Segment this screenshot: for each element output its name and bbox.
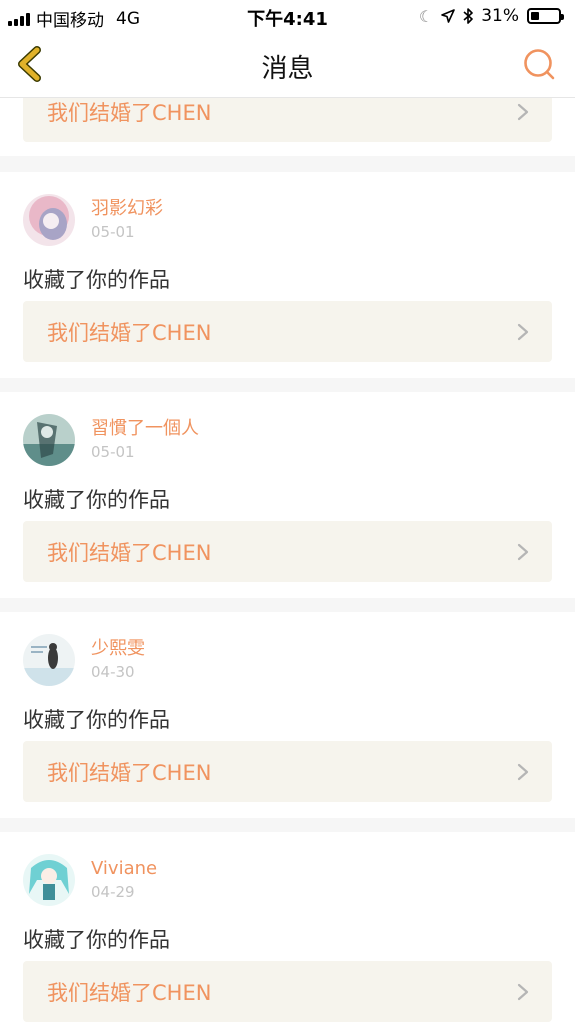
work-link[interactable]: 我们结婚了CHEN — [23, 521, 552, 582]
action-text: 收藏了你的作品 — [23, 268, 170, 292]
timestamp: 05-01 — [91, 223, 135, 241]
location-arrow-icon — [441, 9, 456, 23]
work-title: 我们结婚了CHEN — [47, 541, 212, 565]
battery-icon — [527, 8, 564, 24]
username[interactable]: Viviane — [91, 858, 157, 880]
moon-icon: ☾ — [418, 6, 434, 26]
status-bar: 中国移动 4G 下午4:41 ☾ 31% — [0, 0, 575, 34]
notification-header: 少熙雯 04-30 — [23, 634, 145, 686]
timestamp: 05-01 — [91, 443, 135, 461]
chevron-right-icon — [517, 983, 529, 1001]
work-link[interactable]: 我们结婚了CHEN — [23, 961, 552, 1022]
work-title: 我们结婚了CHEN — [47, 761, 212, 785]
notification-card[interactable]: 羽影幻彩 05-01 收藏了你的作品 我们结婚了CHEN — [0, 172, 575, 378]
action-text: 收藏了你的作品 — [23, 708, 170, 732]
username[interactable]: 少熙雯 — [91, 638, 145, 660]
action-text: 收藏了你的作品 — [23, 928, 170, 952]
work-link[interactable]: 我们结婚了CHEN — [23, 98, 552, 142]
navigation-bar: 消息 — [0, 34, 575, 98]
chevron-right-icon — [517, 103, 529, 121]
work-title: 我们结婚了CHEN — [47, 101, 212, 125]
status-right: ☾ 31% — [418, 6, 564, 26]
chevron-right-icon — [517, 323, 529, 341]
battery-level — [531, 12, 539, 20]
notification-header: Viviane 04-29 — [23, 854, 157, 906]
chevron-right-icon — [517, 543, 529, 561]
work-link[interactable]: 我们结婚了CHEN — [23, 301, 552, 362]
search-button[interactable] — [521, 46, 557, 82]
timestamp: 04-30 — [91, 663, 135, 681]
notification-header: 羽影幻彩 05-01 — [23, 194, 163, 246]
battery-percent: 31% — [481, 6, 519, 26]
avatar[interactable] — [23, 414, 75, 466]
work-title: 我们结婚了CHEN — [47, 321, 212, 345]
work-title: 我们结婚了CHEN — [47, 981, 212, 1005]
username[interactable]: 習慣了一個人 — [91, 418, 199, 440]
message-feed[interactable]: 我们结婚了CHEN 羽影幻彩 05-01 收藏了你的作品 我们结婚了CHEN 習… — [0, 98, 575, 1024]
avatar[interactable] — [23, 634, 75, 686]
avatar[interactable] — [23, 194, 75, 246]
timestamp: 04-29 — [91, 883, 135, 901]
action-text: 收藏了你的作品 — [23, 488, 170, 512]
search-icon — [524, 49, 555, 80]
work-link[interactable]: 我们结婚了CHEN — [23, 741, 552, 802]
notification-card[interactable]: 習慣了一個人 05-01 收藏了你的作品 我们结婚了CHEN — [0, 392, 575, 598]
chevron-right-icon — [517, 763, 529, 781]
notification-card-partial: 我们结婚了CHEN — [0, 98, 575, 156]
notification-card[interactable]: Viviane 04-29 收藏了你的作品 我们结婚了CHEN — [0, 832, 575, 1024]
avatar[interactable] — [23, 854, 75, 906]
notification-card[interactable]: 少熙雯 04-30 收藏了你的作品 我们结婚了CHEN — [0, 612, 575, 818]
bluetooth-icon — [463, 8, 474, 24]
notification-header: 習慣了一個人 05-01 — [23, 414, 199, 466]
username[interactable]: 羽影幻彩 — [91, 198, 163, 220]
page-title: 消息 — [261, 54, 314, 84]
